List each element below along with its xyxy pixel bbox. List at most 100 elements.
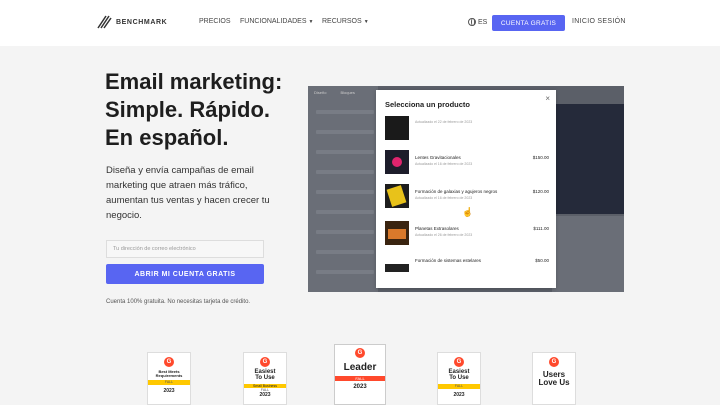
badge-title-line: Requirements (155, 373, 183, 379)
hero-disclaimer: Cuenta 100% gratuita. No necesitas tarje… (106, 299, 251, 305)
headline-line-1: Email marketing: (105, 69, 283, 94)
g2-badge-easiest-to-use: G Easiest To Use FALL 2023 (437, 352, 481, 405)
g2-badge-users-love-us: G Users Love Us (532, 352, 576, 405)
open-free-account-button[interactable]: ABRIR MI CUENTA GRATIS (106, 264, 264, 284)
free-account-button[interactable]: CUENTA GRATIS (492, 15, 565, 31)
product-date: Actualizado el 16 de febrero de 2023 (415, 162, 473, 166)
badge-ribbon: FALL (148, 380, 190, 386)
headline-line-2: Simple. Rápido. (105, 97, 271, 122)
badge-shield: G Best Meets Requirements FALL 2023 (147, 352, 191, 405)
mock-row (316, 190, 374, 194)
g2-badge-leader: G Leader FALL 2023 (334, 344, 386, 405)
mock-row (316, 110, 374, 114)
hero-headline: Email marketing: Simple. Rápido. En espa… (105, 68, 305, 152)
nav-precios-label: PRECIOS (199, 18, 231, 25)
chevron-down-icon: ▼ (363, 18, 369, 25)
thumbnail-book (386, 185, 407, 207)
badge-shield: G Leader FALL 2023 (334, 344, 386, 405)
modal-title: Selecciona un producto (385, 100, 471, 109)
badge-shield: G Easiest To Use Small Business FALL 202… (243, 352, 287, 405)
product-date: Actualizado el 22 de febrero de 2023 (415, 120, 473, 124)
email-input[interactable]: Tu dirección de correo electrónico (106, 240, 264, 258)
nav-recursos-label: RECURSOS (322, 18, 362, 25)
badge-title-line: To Use (255, 375, 275, 382)
mock-row (316, 270, 374, 274)
mock-sidebar: Diseño Bloques (308, 86, 378, 292)
mock-row (316, 250, 374, 254)
badge-season: FALL (454, 383, 464, 388)
badge-title-line: To Use (449, 375, 469, 382)
product-name: Formación de galaxias y agujeros negros (415, 189, 498, 194)
badge-title: Users Love Us (538, 370, 570, 388)
mock-row (316, 170, 374, 174)
mock-row (316, 230, 374, 234)
badge-title: Best Meets Requirements (155, 369, 183, 379)
thumbnail-planet (392, 157, 402, 167)
badge-shield: G Users Love Us (532, 352, 576, 405)
badge-shield: G Easiest To Use FALL 2023 (437, 352, 481, 405)
nav-recursos[interactable]: RECURSOS ▼ (322, 18, 369, 25)
hero-subcopy: Diseña y envía campañas de email marketi… (106, 165, 270, 221)
mock-row (316, 210, 374, 214)
nav-funcionalidades[interactable]: FUNCIONALIDADES ▼ (240, 18, 313, 25)
product-item[interactable]: Lentes Gravitacionales Actualizado el 16… (385, 150, 549, 178)
select-product-modal: Selecciona un producto × Actualizado el … (376, 90, 556, 288)
product-thumbnail (385, 150, 409, 174)
nav-funcionalidades-label: FUNCIONALIDADES (240, 18, 307, 25)
g2-icon: G (549, 357, 559, 367)
badge-year: 2023 (163, 388, 175, 395)
product-thumbnail (385, 184, 409, 208)
g2-icon: G (260, 357, 270, 367)
mock-tab-blocks: Bloques (340, 90, 355, 95)
language-selector[interactable]: ES (468, 18, 487, 26)
product-item[interactable]: Formación de sistemas estelares $50.00 (385, 256, 549, 286)
mock-row (316, 150, 374, 154)
logo-text: BENCHMARK (116, 18, 168, 26)
product-item[interactable]: Actualizado el 22 de febrero de 2023 (385, 116, 549, 144)
login-link[interactable]: INICIO SESIÓN (572, 18, 626, 25)
product-price: $120.00 (532, 189, 549, 194)
email-placeholder: Tu dirección de correo electrónico (113, 246, 196, 252)
mock-preview-image (552, 104, 624, 214)
g2-badge-easiest-to-use-small-business: G Easiest To Use Small Business FALL 202… (243, 352, 287, 405)
chevron-down-icon: ▼ (308, 18, 314, 25)
product-name: Formación de sistemas estelares (415, 258, 482, 263)
product-name: Lentes Gravitacionales (415, 155, 461, 160)
globe-icon (468, 18, 476, 26)
product-thumbnail (385, 221, 409, 245)
benchmark-logo[interactable]: BENCHMARK (96, 14, 167, 30)
badge-year: 2023 (259, 391, 271, 398)
product-thumbnail (385, 116, 409, 140)
g2-icon: G (164, 357, 174, 367)
product-date: Actualizado el 26 de febrero de 2023 (415, 233, 473, 237)
badge-ribbon: FALL (335, 375, 385, 381)
product-price: $50.00 (535, 258, 549, 263)
badge-title: Leader (343, 362, 377, 373)
top-navigation-bar: BENCHMARK PRECIOS FUNCIONALIDADES ▼ RECUR… (0, 0, 720, 46)
hand-cursor-icon: ☝ (462, 207, 474, 217)
product-price: $111.00 (533, 226, 549, 231)
g2-badge-best-meets-requirements: G Best Meets Requirements FALL 2023 (147, 352, 191, 405)
mock-tab-design: Diseño (314, 90, 327, 95)
product-thumbnail (385, 264, 409, 272)
product-date: Actualizado el 16 de febrero de 2023 (415, 196, 473, 200)
product-item[interactable]: Planetas Extrasolares Actualizado el 26 … (385, 221, 549, 249)
badge-ribbon: FALL (438, 383, 480, 389)
badge-season: FALL (164, 380, 174, 385)
product-name: Planetas Extrasolares (415, 226, 459, 231)
close-icon[interactable]: × (545, 94, 550, 103)
badge-year: 2023 (453, 391, 465, 398)
badge-title-line: Love Us (538, 378, 570, 388)
nav-precios[interactable]: PRECIOS (199, 18, 231, 25)
mock-preview-pane (552, 216, 624, 292)
badge-year: 2023 (353, 383, 367, 390)
product-price: $150.00 (532, 155, 549, 160)
language-label: ES (478, 18, 488, 26)
badge-title: Easiest To Use (448, 369, 469, 382)
g2-icon: G (454, 357, 464, 367)
mock-row (316, 130, 374, 134)
benchmark-logo-icon (97, 15, 112, 29)
headline-line-3: En español. (105, 125, 229, 150)
thumbnail-book (388, 229, 406, 239)
badge-title: Easiest To Use (254, 369, 275, 382)
